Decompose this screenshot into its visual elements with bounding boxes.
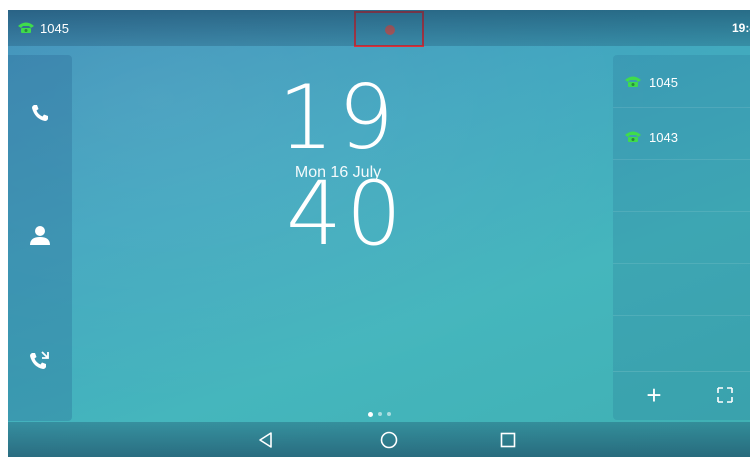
dock-phone-button[interactable] — [22, 97, 58, 133]
call-history-icon — [29, 350, 51, 377]
account-row-empty[interactable] — [613, 315, 750, 367]
dock-contacts-button[interactable] — [22, 219, 58, 255]
date-display: Mon 16 July — [294, 164, 382, 181]
dock-history-button[interactable] — [22, 345, 58, 381]
phone-icon — [623, 129, 649, 146]
account-row-1[interactable]: 1045 — [613, 55, 750, 108]
panel-actions: + — [613, 371, 750, 420]
clock-hour: 19 — [278, 66, 398, 169]
account-label: 1043 — [649, 130, 678, 145]
page-indicator — [368, 411, 391, 417]
page-dot — [387, 412, 391, 416]
status-account[interactable]: 1045 — [16, 20, 69, 37]
contact-icon — [29, 224, 51, 251]
back-icon[interactable] — [256, 430, 278, 450]
phone-screen: 1045 19:4 — [8, 10, 750, 457]
left-dock — [8, 55, 72, 421]
status-bar: 1045 19:4 — [8, 10, 750, 46]
status-time: 19:4 — [731, 21, 750, 35]
account-label: 1045 — [649, 75, 678, 90]
expand-icon[interactable] — [715, 385, 735, 405]
navigation-bar — [8, 422, 750, 457]
account-item: 1045 — [623, 74, 678, 91]
account-row-empty[interactable] — [613, 211, 750, 264]
add-button[interactable]: + — [639, 378, 669, 412]
phone-icon — [30, 103, 50, 128]
accounts-panel: 1045 1043 + — [613, 55, 750, 420]
recent-apps-icon[interactable] — [498, 430, 520, 450]
account-row-empty[interactable] — [613, 159, 750, 212]
account-item: 1043 — [623, 129, 678, 146]
home-icon[interactable] — [379, 430, 401, 450]
page-dot — [378, 412, 382, 416]
page-dot — [368, 411, 373, 417]
status-account-label: 1045 — [40, 21, 69, 36]
account-row-empty[interactable] — [613, 263, 750, 316]
account-row-2[interactable]: 1043 — [613, 107, 750, 160]
phone-icon — [623, 74, 649, 91]
phone-icon — [16, 20, 40, 37]
